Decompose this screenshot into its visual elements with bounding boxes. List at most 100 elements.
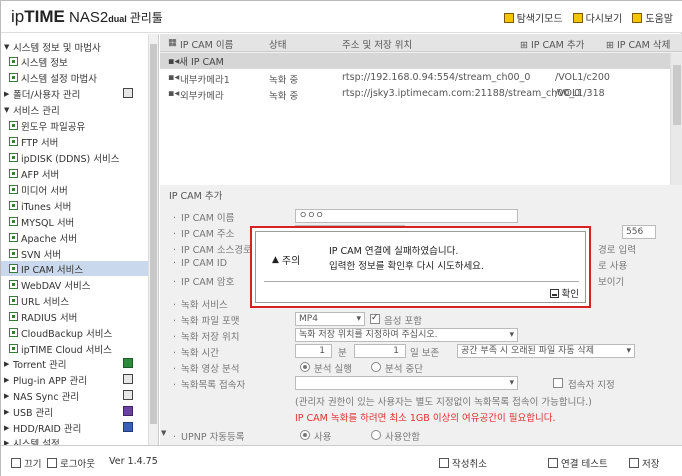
sidebar-cat-nas-sync[interactable]: ▶ NAS Sync 관리 (1, 388, 149, 403)
sidebar-item-label: URL 서비스 (21, 296, 70, 308)
specify-user-label: 접속자 지정 (568, 380, 615, 391)
sidebar-item-label: Apache 서버 (21, 233, 77, 245)
logo-model: NAS2 (64, 9, 109, 26)
ipcam-port-input[interactable]: 556 (622, 225, 656, 239)
sidebar-cat-label: HDD/RAID 관리 (13, 423, 82, 435)
upnp-nouse-radio[interactable] (371, 430, 381, 440)
record-minutes-input[interactable]: 1 (295, 344, 332, 358)
sidebar-item-apache[interactable]: Apache 서버 (1, 230, 149, 245)
storage-policy-select[interactable]: 공간 부족 시 오래된 파일 자동 삭제 (457, 344, 635, 358)
label-record-time: 녹화 시간 (173, 345, 219, 359)
new-ipcam-label: 새 IP CAM (179, 57, 224, 68)
sidebar-item-url[interactable]: URL 서비스 (1, 293, 149, 308)
camera-list-header: ▦ IP CAM 이름 상태 주소 및 저장 위치 ⊞ IP CAM 추가 ⊞ … (160, 34, 682, 52)
explorer-mode-link[interactable]: 탐색기모드 (503, 10, 563, 25)
logout-icon (47, 458, 57, 468)
col-address-header: 주소 및 저장 위치 (342, 40, 413, 51)
sidebar-item-cloudbackup[interactable]: CloudBackup 서비스 (1, 325, 149, 340)
service-icon (9, 137, 18, 146)
specify-user-checkbox[interactable] (553, 378, 563, 388)
sidebar-item-label: 시스템 설정 마법사 (21, 73, 97, 85)
sidebar-item-svn[interactable]: SVN 서버 (1, 246, 149, 261)
logout-button[interactable]: 로그아웃 (47, 456, 95, 470)
dialog-message-2: 입력한 정보를 확인후 다시 시도하세요. (329, 261, 484, 272)
camera-name: 내부카메라1 (180, 75, 230, 86)
list-scrollbar[interactable] (670, 53, 682, 185)
sidebar-item-windows-share[interactable]: 윈도우 파일공유 (1, 118, 149, 133)
exit-button[interactable]: 끄기 (11, 456, 41, 470)
help-link[interactable]: 도움말 (632, 10, 673, 25)
label-list-user: 녹화목록 접속자 (173, 377, 245, 391)
logo-time: TIME (24, 7, 65, 26)
sidebar-item-webdav[interactable]: WebDAV 서비스 (1, 277, 149, 292)
dialog-ok-button[interactable]: 확인 (549, 286, 579, 300)
sidebar-item-label: 윈도우 파일공유 (21, 121, 86, 133)
dialog-title-label: 주의 (281, 256, 301, 267)
sidebar-item-label: FTP 서버 (21, 137, 59, 149)
source-direct-label: 경로 입력 (598, 245, 636, 256)
list-user-select[interactable] (295, 376, 518, 390)
audio-checkbox[interactable] (370, 313, 380, 324)
logo-ip: ip (11, 7, 25, 26)
service-icon (9, 169, 18, 178)
upnp-use-radio[interactable] (300, 430, 310, 440)
sidebar-item-afp[interactable]: AFP 서버 (1, 166, 149, 181)
sidebar-item-system-wizard[interactable]: 시스템 설정 마법사 (1, 70, 149, 85)
save-button[interactable]: 저장 (629, 456, 659, 470)
list-scroll-thumb[interactable] (673, 65, 681, 125)
refresh-icon (572, 12, 583, 23)
analysis-on-radio[interactable] (300, 362, 310, 372)
sidebar-item-system-info[interactable]: 시스템 정보 (1, 54, 149, 69)
logo-dual: dual (108, 14, 127, 24)
add-icon: ⊞ (520, 40, 531, 51)
ipcam-add-form: IP CAM 추가 IP CAM 이름 ㅇㅇㅇ IP CAM 주소 556 IP… (160, 186, 682, 445)
sidebar-scrollbar[interactable] (148, 34, 158, 445)
table-row[interactable]: ▪◂ 내부카메라1 녹화 중 rtsp://192.168.0.94:554/s… (160, 70, 670, 86)
sidebar-item-radius[interactable]: RADIUS 서버 (1, 309, 149, 324)
analysis-off-radio[interactable] (371, 362, 381, 372)
new-ipcam-row[interactable]: ▪◂ 새 IP CAM (160, 53, 670, 69)
sidebar-item-iptime-cloud[interactable]: ipTIME Cloud 서비스 (1, 341, 149, 356)
refresh-link[interactable]: 다시보기 (572, 10, 622, 25)
sidebar-cat-torrent[interactable]: ▶ Torrent 관리 (1, 356, 149, 371)
analysis-on-label: 분석 실행 (314, 364, 352, 375)
sidebar-cat-usb[interactable]: ▶ USB 관리 (1, 404, 149, 419)
retention-days-input[interactable]: 1 (354, 344, 406, 358)
collapsed-arrow-icon: ▶ (4, 89, 10, 98)
space-warning: IP CAM 녹화를 하려면 최소 1GB 이상의 여유공간이 필요합니다. (295, 413, 556, 424)
delete-ipcam-button[interactable]: ⊞ IP CAM 삭제 (606, 37, 670, 51)
add-ipcam-button[interactable]: ⊞ IP CAM 추가 (520, 37, 584, 51)
sidebar-cat-hdd-raid[interactable]: ▶ HDD/RAID 관리 (1, 420, 149, 435)
camera-name: 외부카메라 (180, 91, 224, 102)
service-icon (9, 201, 18, 210)
service-icon (9, 185, 18, 194)
file-format-select[interactable]: MP4 (295, 312, 365, 326)
scroll-down-arrow-icon[interactable]: ▼ (161, 429, 166, 437)
sidebar-item-ipcam[interactable]: IP CAM 서비스 (1, 261, 149, 276)
save-label: 저장 (642, 459, 660, 470)
sidebar-scroll-thumb[interactable] (150, 44, 157, 424)
sidebar-cat-partial[interactable]: ▶ 시스템 설정 (1, 435, 149, 446)
ipcam-name-input[interactable]: ㅇㅇㅇ (295, 209, 518, 223)
sidebar-cat-plugin[interactable]: ▶ Plug-in APP 관리 (1, 372, 149, 387)
sidebar-item-media[interactable]: 미디어 서버 (1, 182, 149, 197)
cancel-button[interactable]: 작성취소 (439, 456, 487, 470)
admin-note: (관리자 권한이 있는 사용자는 별도 지정없이 녹화목록 접속이 가능합니다.… (295, 397, 592, 408)
service-icon (9, 73, 18, 82)
sidebar-item-label: 시스템 정보 (21, 57, 68, 69)
connection-test-button[interactable]: 연결 테스트 (548, 456, 608, 470)
sidebar-item-ipdisk[interactable]: ipDISK (DDNS) 서비스 (1, 150, 149, 165)
storage-location-select[interactable]: 녹화 저장 위치를 지정하여 주십시오. (295, 328, 518, 342)
sidebar-cat-folder-user[interactable]: ▶ 폴더/사용자 관리 (1, 86, 149, 101)
camera-status: 녹화 중 (269, 75, 299, 86)
sidebar-cat-service[interactable]: ▼ 서비스 관리 (1, 102, 149, 117)
label-storage-location: 녹화 저장 위치 (173, 329, 239, 343)
sidebar-item-ftp[interactable]: FTP 서버 (1, 134, 149, 149)
collapsed-arrow-icon: ▶ (4, 359, 10, 368)
table-row[interactable]: ▪◂ 외부카메라 녹화 중 rtsp://jsky3.iptimecam.com… (160, 86, 670, 102)
sidebar-item-label: SVN 서버 (21, 249, 62, 261)
sidebar-item-itunes[interactable]: iTunes 서버 (1, 198, 149, 213)
sidebar-cat-system-info[interactable]: ▼ 시스템 정보 및 마법사 (1, 39, 149, 54)
sidebar-item-mysql[interactable]: MYSQL 서버 (1, 214, 149, 229)
explorer-icon (503, 12, 514, 23)
